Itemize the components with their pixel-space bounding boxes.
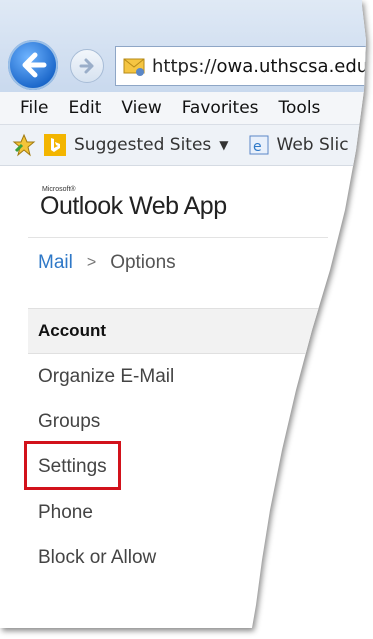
address-bar[interactable]: https://owa.uthscsa.edu/ xyxy=(115,46,373,86)
forward-arrow-icon xyxy=(79,58,94,74)
bing-icon xyxy=(44,134,66,156)
favorites-star-icon[interactable] xyxy=(12,133,36,157)
menu-view[interactable]: View xyxy=(121,98,161,118)
breadcrumb: Mail > Options xyxy=(38,252,176,274)
address-url: https://owa.uthscsa.edu/ xyxy=(152,55,373,77)
breadcrumb-current: Options xyxy=(110,252,176,273)
menu-edit[interactable]: Edit xyxy=(68,98,101,118)
web-slice-link[interactable]: Web Slic xyxy=(277,135,349,155)
owa-logo: Outlook Web App xyxy=(40,192,227,220)
menu-tools[interactable]: Tools xyxy=(279,98,321,118)
nav-item-block-or-allow[interactable]: Block or Allow xyxy=(38,547,156,569)
suggested-sites-link[interactable]: Suggested Sites xyxy=(74,135,211,155)
forward-button[interactable] xyxy=(70,49,104,83)
favorites-bar: Suggested Sites ▼ e Web Slic xyxy=(0,125,366,166)
nav-item-groups[interactable]: Groups xyxy=(38,411,100,433)
nav-item-phone[interactable]: Phone xyxy=(38,502,93,524)
web-slice-icon: e xyxy=(249,135,269,155)
back-button[interactable] xyxy=(8,40,58,90)
torn-page: https://owa.uthscsa.edu/ File Edit View … xyxy=(0,0,373,639)
breadcrumb-separator: > xyxy=(86,254,97,271)
back-arrow-icon xyxy=(22,52,47,78)
breadcrumb-mail-link[interactable]: Mail xyxy=(38,252,73,274)
account-section-header[interactable]: Account xyxy=(28,308,320,354)
account-label: Account xyxy=(38,321,106,340)
nav-item-organize-email[interactable]: Organize E-Mail xyxy=(38,366,174,388)
browser-toolbar: https://owa.uthscsa.edu/ xyxy=(0,0,373,92)
menu-file[interactable]: File xyxy=(20,98,48,118)
page-content: https://owa.uthscsa.edu/ File Edit View … xyxy=(0,0,373,628)
page-favicon-icon xyxy=(122,53,146,79)
menu-favorites[interactable]: Favorites xyxy=(182,98,259,118)
svg-text:e: e xyxy=(253,139,262,155)
menu-bar: File Edit View Favorites Tools xyxy=(0,92,366,125)
header-divider xyxy=(28,237,328,238)
settings-highlight-box xyxy=(24,441,121,490)
dropdown-arrow-icon[interactable]: ▼ xyxy=(219,138,228,152)
